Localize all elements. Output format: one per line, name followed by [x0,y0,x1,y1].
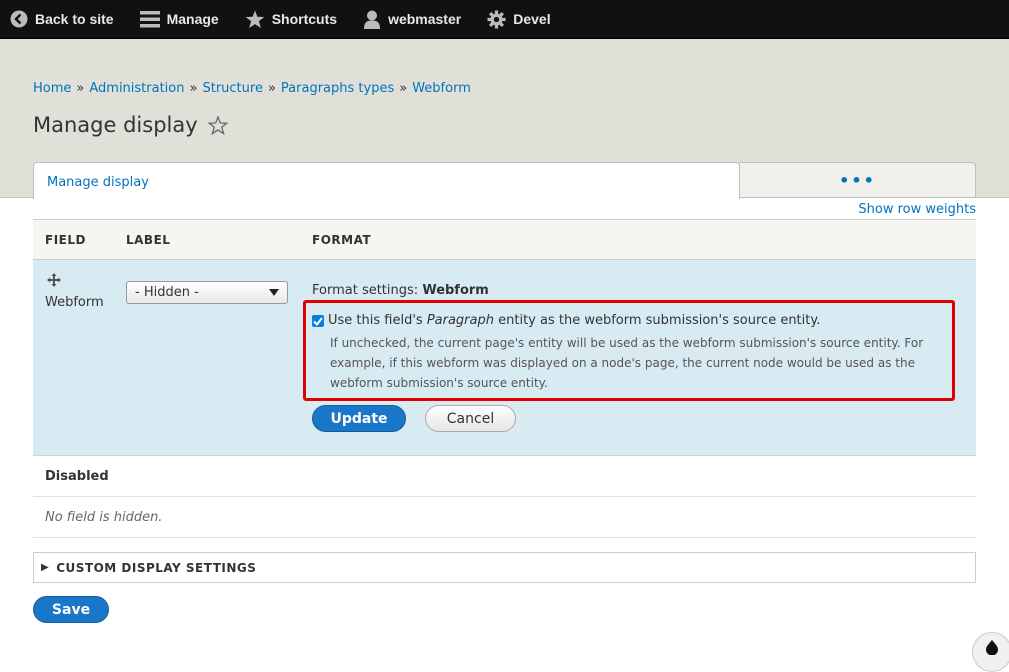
source-entity-checkbox-label: Use this field's Paragraph entity as the… [328,313,820,328]
back-to-site-label: Back to site [35,11,114,27]
column-header-field: FIELD [45,232,86,247]
breadcrumb: Home » Administration » Structure » Paragraphs… [33,81,471,96]
breadcrumb-separator: » [267,81,276,96]
checkmark-icon [313,316,323,326]
hamburger-icon [139,11,160,28]
drop-icon [986,640,998,655]
column-header-label: LABEL [126,232,171,247]
tab-manage-display[interactable]: Manage display [33,162,740,199]
update-button[interactable]: Update [312,405,406,432]
tab-more-button[interactable]: ••• [740,162,976,198]
label-display-select[interactable]: - Hidden - [126,281,288,304]
checkbox-label-after: entity as the webform submission's sourc… [493,313,821,328]
region-empty-message: No field is hidden. [33,497,976,538]
expand-triangle-icon: ▶ [41,562,50,573]
checkbox-label-before: Use this field's [328,313,427,328]
breadcrumb-separator: » [76,81,85,96]
manage-label: Manage [166,11,219,27]
custom-display-settings-label: CUSTOM DISPLAY SETTINGS [56,560,257,575]
user-menu[interactable]: webmaster [363,10,461,29]
field-display-table: FIELD LABEL FORMAT Webform - Hidden - Fo… [33,219,976,538]
devel-menu[interactable]: Devel [487,9,551,29]
back-to-site-link[interactable]: Back to site [10,10,114,28]
star-icon [245,10,265,28]
table-row: Webform - Hidden - Format settings: Webf… [33,260,976,456]
drag-handle-icon[interactable] [47,273,61,287]
user-icon [364,10,381,29]
cancel-button[interactable]: Cancel [425,405,516,432]
checkbox-label-emphasis: Paragraph [426,313,494,328]
devel-label: Devel [513,11,551,27]
save-button[interactable]: Save [33,596,109,623]
breadcrumb-webform[interactable]: Webform [412,81,471,96]
column-header-format: FORMAT [312,232,372,247]
label-select-value: - Hidden - [135,285,199,300]
format-settings-name: Webform [422,283,489,298]
user-label: webmaster [388,11,462,27]
show-row-weights-link[interactable]: Show row weights [858,202,976,217]
field-name: Webform [45,295,104,310]
format-settings-title: Format settings: Webform [312,283,489,298]
breadcrumb-paragraphs-types[interactable]: Paragraphs types [281,81,394,96]
page-title: Manage display [33,113,228,137]
region-title-disabled: Disabled [33,456,976,497]
format-settings-prefix: Format settings: [312,283,419,298]
page-title-text: Manage display [33,113,198,137]
source-entity-description: If unchecked, the current page's entity … [330,336,924,390]
floating-help-widget[interactable] [972,632,1009,672]
shortcut-star-icon[interactable] [207,115,228,135]
gear-icon [487,9,506,29]
source-entity-checkbox[interactable] [312,315,324,327]
breadcrumb-separator: » [189,81,198,96]
table-header: FIELD LABEL FORMAT [33,219,976,260]
custom-display-settings-toggle[interactable]: ▶ CUSTOM DISPLAY SETTINGS [33,552,976,583]
breadcrumb-home[interactable]: Home [33,81,71,96]
breadcrumb-separator: » [399,81,408,96]
admin-toolbar: Back to site Manage Shortcuts webmaster [0,0,1009,39]
dropdown-arrow-icon [269,289,279,296]
shortcuts-menu[interactable]: Shortcuts [245,10,337,29]
back-arrow-icon [10,10,28,28]
page-header: Home » Administration » Structure » Paragraphs… [0,39,1009,199]
breadcrumb-structure[interactable]: Structure [202,81,262,96]
primary-tabs: Manage display ••• [33,162,976,199]
breadcrumb-administration[interactable]: Administration [89,81,184,96]
manage-menu[interactable]: Manage [139,10,219,28]
shortcuts-label: Shortcuts [271,11,338,27]
